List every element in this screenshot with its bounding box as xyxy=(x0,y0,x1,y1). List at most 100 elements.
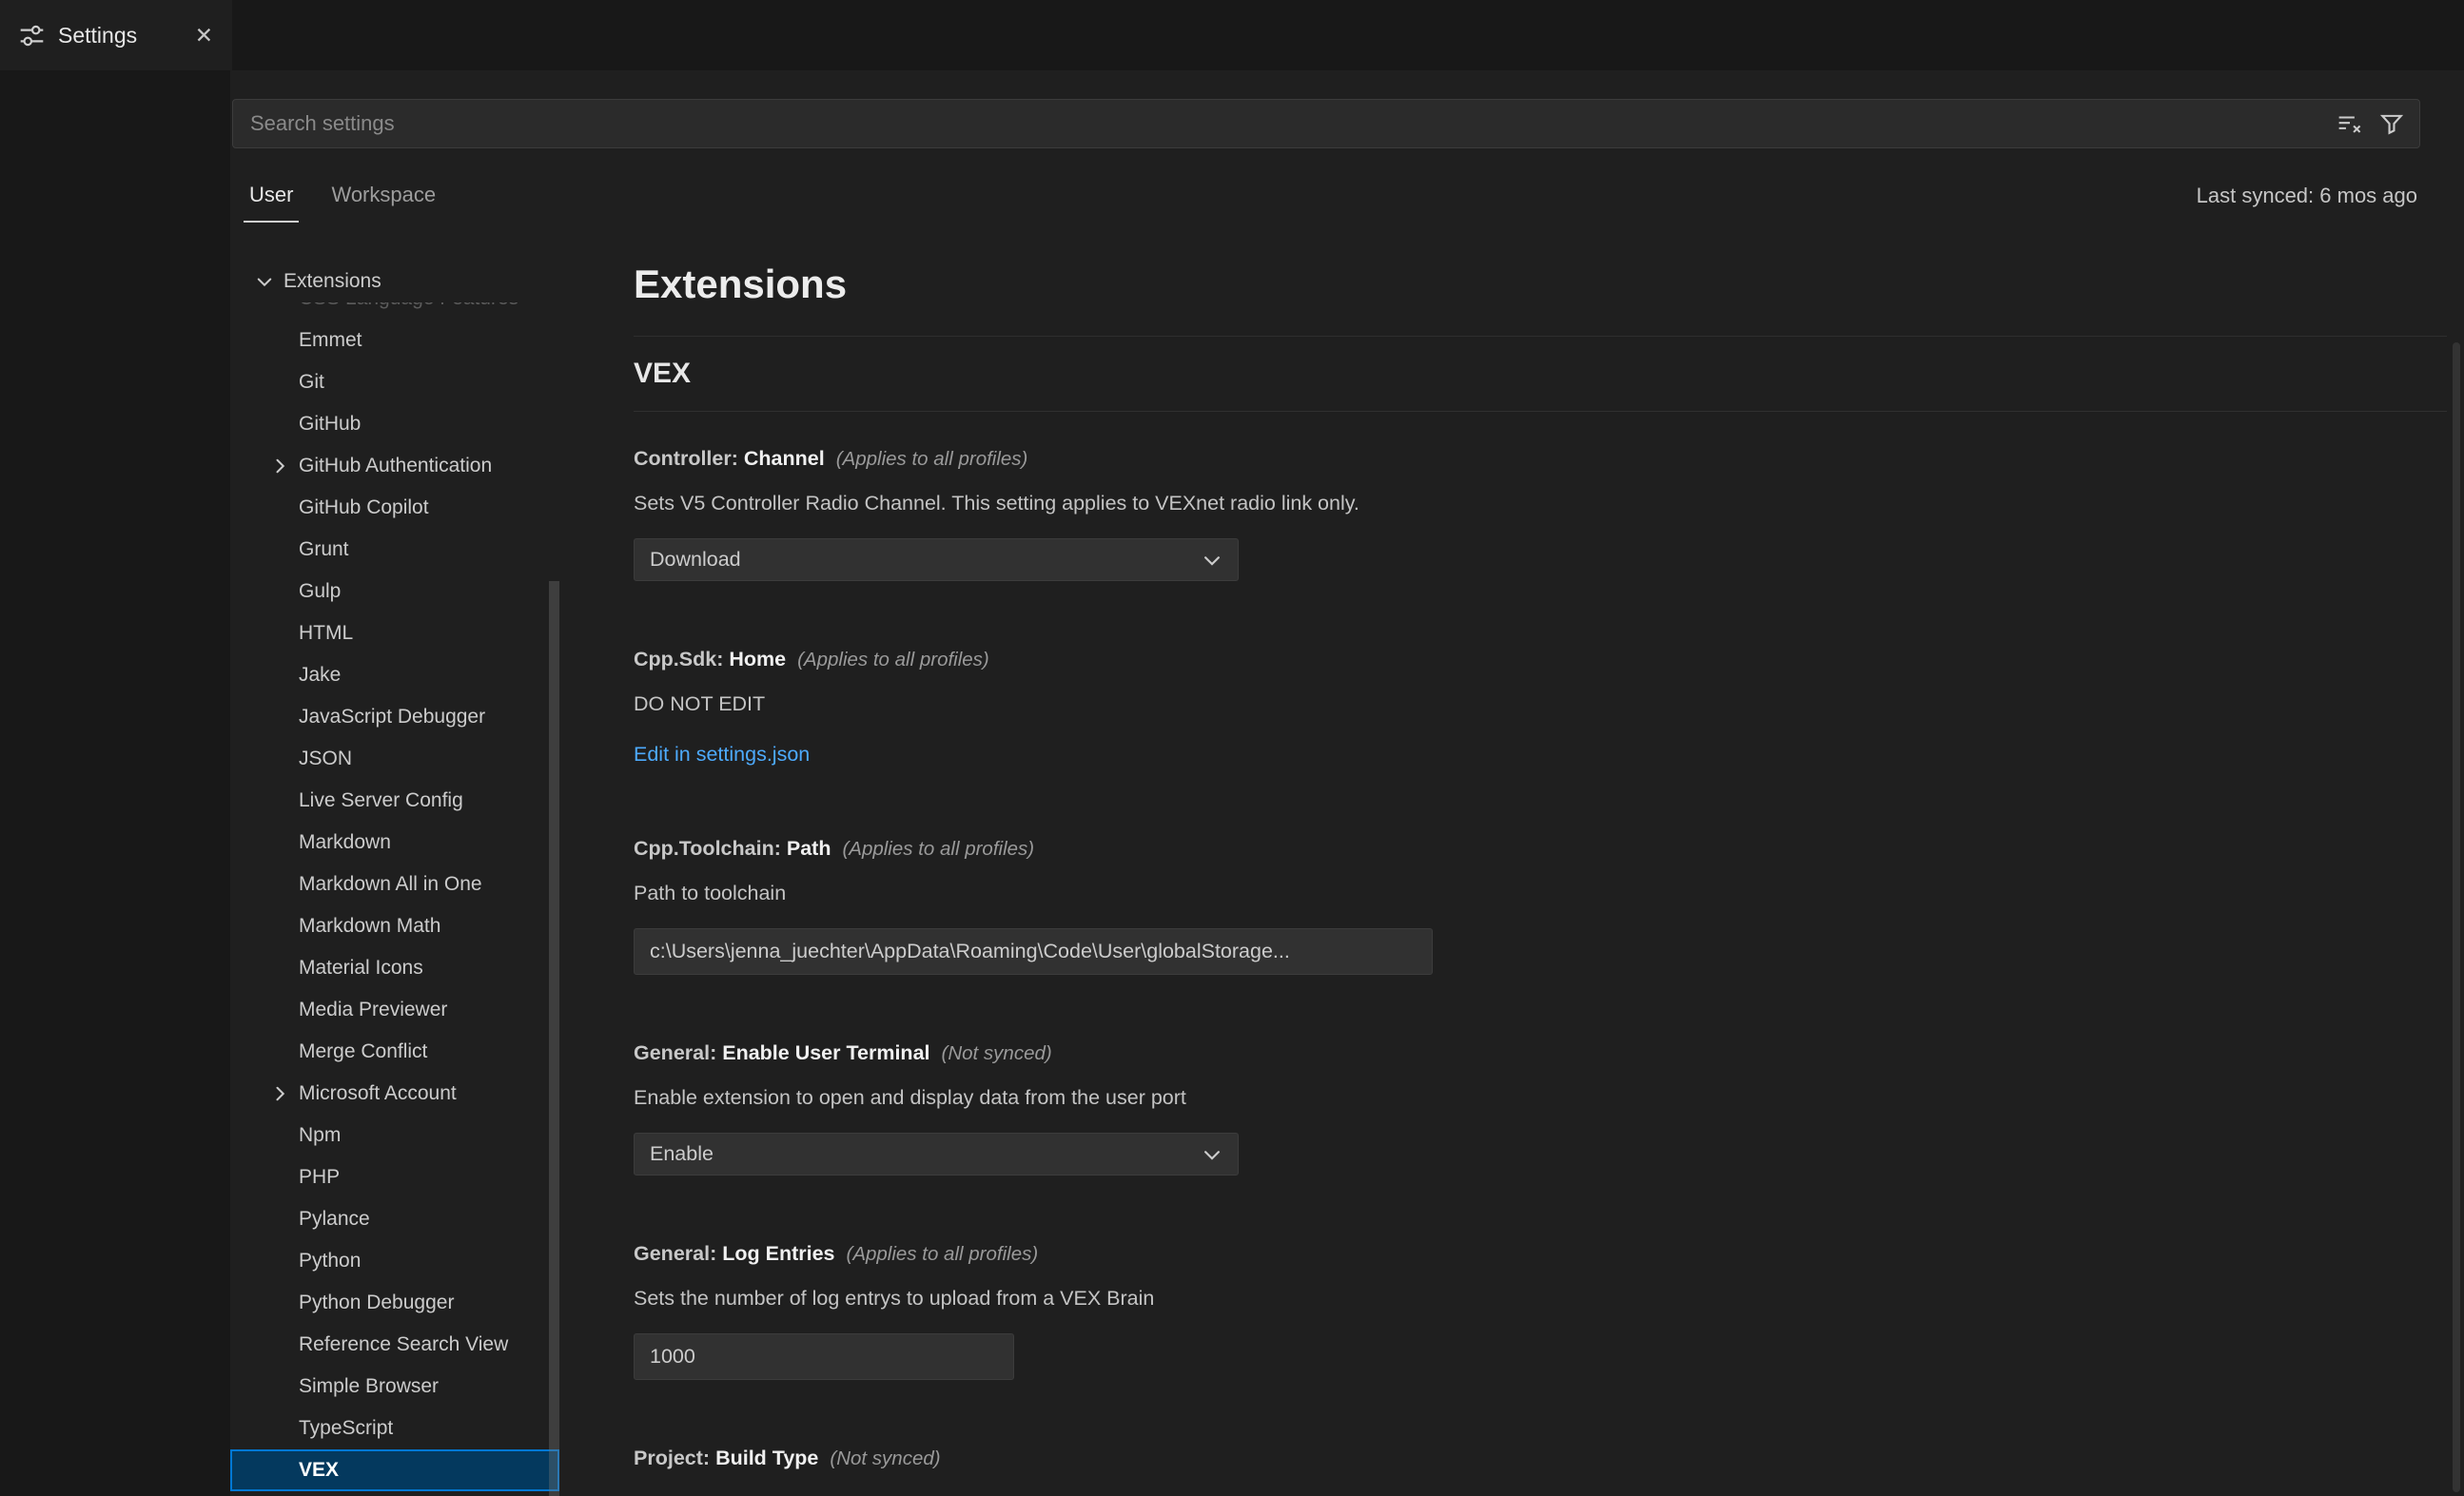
toc-item-pylance[interactable]: Pylance xyxy=(230,1198,559,1240)
chevron-down-icon[interactable] xyxy=(255,272,274,291)
chevron-right-icon[interactable] xyxy=(270,1084,289,1103)
setting-category: Cpp.Toolchain: xyxy=(634,837,781,860)
setting-title: Cpp.Sdk:Home(Applies to all profiles) xyxy=(634,644,2447,675)
toc-item-github-copilot[interactable]: GitHub Copilot xyxy=(230,487,559,529)
search-input[interactable] xyxy=(248,110,2337,137)
setting-scope-note: (Applies to all profiles) xyxy=(836,448,1028,470)
toc-item-php[interactable]: PHP xyxy=(230,1156,559,1198)
toc-item-media-previewer[interactable]: Media Previewer xyxy=(230,989,559,1031)
setting-enable-user-terminal: General:Enable User Terminal(Not synced)… xyxy=(634,1038,2447,1175)
clear-search-filters-icon[interactable] xyxy=(2337,111,2362,136)
toc-item-git[interactable]: Git xyxy=(230,361,559,403)
tab-user[interactable]: User xyxy=(244,169,299,223)
toc-item-javascript-debugger[interactable]: JavaScript Debugger xyxy=(230,696,559,738)
toc-item-github-authentication[interactable]: GitHub Authentication xyxy=(230,445,559,487)
toc-item-material-icons[interactable]: Material Icons xyxy=(230,947,559,989)
setting-control: Edit in settings.json xyxy=(634,739,2447,770)
editor-tab-bar: Settings ✕ xyxy=(0,0,2464,70)
toc-item-json[interactable]: JSON xyxy=(230,738,559,780)
toc-item-vex[interactable]: VEX xyxy=(230,1449,559,1491)
setting-home: Cpp.Sdk:Home(Applies to all profiles) DO … xyxy=(634,644,2447,770)
settings-toc: Extensions CSS Language Features EmmetGi… xyxy=(230,261,559,1496)
setting-control xyxy=(634,928,2447,975)
scope-tabs-row: User Workspace Last synced: 6 mos ago xyxy=(232,169,2464,223)
setting-path: Cpp.Toolchain:Path(Applies to all profil… xyxy=(634,833,2447,975)
dropdown-value: Download xyxy=(650,548,741,572)
setting-scope-note: (Not synced) xyxy=(942,1042,1052,1064)
edit-in-settings-json-link[interactable]: Edit in settings.json xyxy=(634,739,810,770)
toc-item-microsoft-account[interactable]: Microsoft Account xyxy=(230,1073,559,1115)
toc-item-grunt[interactable]: Grunt xyxy=(230,529,559,571)
tab-workspace[interactable]: Workspace xyxy=(325,169,441,223)
setting-name: Path xyxy=(787,837,831,860)
toc-item-label: Git xyxy=(299,371,324,394)
toc-item-label: JavaScript Debugger xyxy=(299,706,485,729)
toc-item-typescript[interactable]: TypeScript xyxy=(230,1408,559,1449)
setting-input-field[interactable] xyxy=(648,939,1418,964)
toc-item-label: HTML xyxy=(299,622,353,645)
setting-scope-note: (Applies to all profiles) xyxy=(847,1243,1039,1265)
toc-item-github[interactable]: GitHub xyxy=(230,403,559,445)
toc-item-label: Live Server Config xyxy=(299,789,463,812)
setting-text-input[interactable] xyxy=(634,1333,1014,1380)
close-icon[interactable]: ✕ xyxy=(195,25,213,47)
toc-item-label: Npm xyxy=(299,1124,341,1147)
toc-item-label: Material Icons xyxy=(299,957,423,980)
filter-icon[interactable] xyxy=(2379,111,2404,136)
setting-description: DO NOT EDIT xyxy=(634,689,2447,720)
setting-description: Sets V5 Controller Radio Channel. This s… xyxy=(634,488,2447,519)
setting-title: Project:Build Type (Not synced) xyxy=(634,1443,2447,1474)
chevron-down-icon xyxy=(1202,550,1222,571)
setting-log-entries: General:Log Entries(Applies to all profi… xyxy=(634,1238,2447,1380)
setting-name: Build Type xyxy=(715,1447,818,1469)
toc-list: Emmet Git GitHub GitHub AuthenticationGitHu… xyxy=(230,320,559,1491)
setting-category: Project: xyxy=(634,1447,710,1469)
toc-item-markdown-math[interactable]: Markdown Math xyxy=(230,905,559,947)
toc-item-gulp[interactable]: Gulp xyxy=(230,571,559,612)
setting-description: Sets the number of log entrys to upload … xyxy=(634,1283,2447,1314)
toc-item-label: VEX xyxy=(299,1459,339,1482)
toc-item-html[interactable]: HTML xyxy=(230,612,559,654)
setting-channel: Controller:Channel(Applies to all profil… xyxy=(634,443,2447,581)
section-divider xyxy=(634,411,2447,412)
tab-settings[interactable]: Settings ✕ xyxy=(0,0,232,70)
toc-item-label: JSON xyxy=(299,748,352,770)
setting-title: Cpp.Toolchain:Path(Applies to all profil… xyxy=(634,833,2447,865)
setting-input-field[interactable] xyxy=(648,1344,1000,1370)
setting-scope-note: (Not synced) xyxy=(830,1447,940,1469)
tab-title: Settings xyxy=(58,23,137,49)
toc-item-python-debugger[interactable]: Python Debugger xyxy=(230,1282,559,1324)
toc-item-python[interactable]: Python xyxy=(230,1240,559,1282)
editor-scrollbar-thumb[interactable] xyxy=(2453,342,2460,1492)
setting-title: General:Enable User Terminal(Not synced) xyxy=(634,1038,2447,1069)
setting-dropdown[interactable]: Enable xyxy=(634,1133,1239,1175)
toc-item-merge-conflict[interactable]: Merge Conflict xyxy=(230,1031,559,1073)
toc-item-label: Markdown xyxy=(299,831,391,854)
toc-item-npm[interactable]: Npm xyxy=(230,1115,559,1156)
setting-text-input[interactable] xyxy=(634,928,1433,975)
toc-item-label: Markdown Math xyxy=(299,915,440,938)
page-title: Extensions xyxy=(634,261,2447,308)
toc-item-live-server-config[interactable]: Live Server Config xyxy=(230,780,559,822)
toc-item-label: Jake xyxy=(299,664,341,687)
setting-control: Download xyxy=(634,538,2447,581)
toc-item-simple-browser[interactable]: Simple Browser xyxy=(230,1366,559,1408)
setting-description: Enable extension to open and display dat… xyxy=(634,1082,2447,1114)
toc-item-label: GitHub xyxy=(299,413,361,436)
setting-dropdown[interactable]: Download xyxy=(634,538,1239,581)
setting-control: Enable xyxy=(634,1133,2447,1175)
toc-item-label: TypeScript xyxy=(299,1417,393,1440)
toc-item-label: PHP xyxy=(299,1166,340,1189)
dropdown-value: Enable xyxy=(650,1142,714,1166)
toc-item-markdown-all-in-one[interactable]: Markdown All in One xyxy=(230,864,559,905)
toc-item-label: Merge Conflict xyxy=(299,1040,427,1063)
toc-item-emmet[interactable]: Emmet xyxy=(230,320,559,361)
toc-item-jake[interactable]: Jake xyxy=(230,654,559,696)
setting-name: Home xyxy=(729,648,786,670)
toc-scrollbar-thumb[interactable] xyxy=(549,581,559,1496)
toc-item-extensions-root[interactable]: Extensions xyxy=(230,261,559,302)
chevron-right-icon[interactable] xyxy=(270,457,289,476)
setting-category: Controller: xyxy=(634,447,738,470)
toc-item-markdown[interactable]: Markdown xyxy=(230,822,559,864)
toc-item-reference-search-view[interactable]: Reference Search View xyxy=(230,1324,559,1366)
